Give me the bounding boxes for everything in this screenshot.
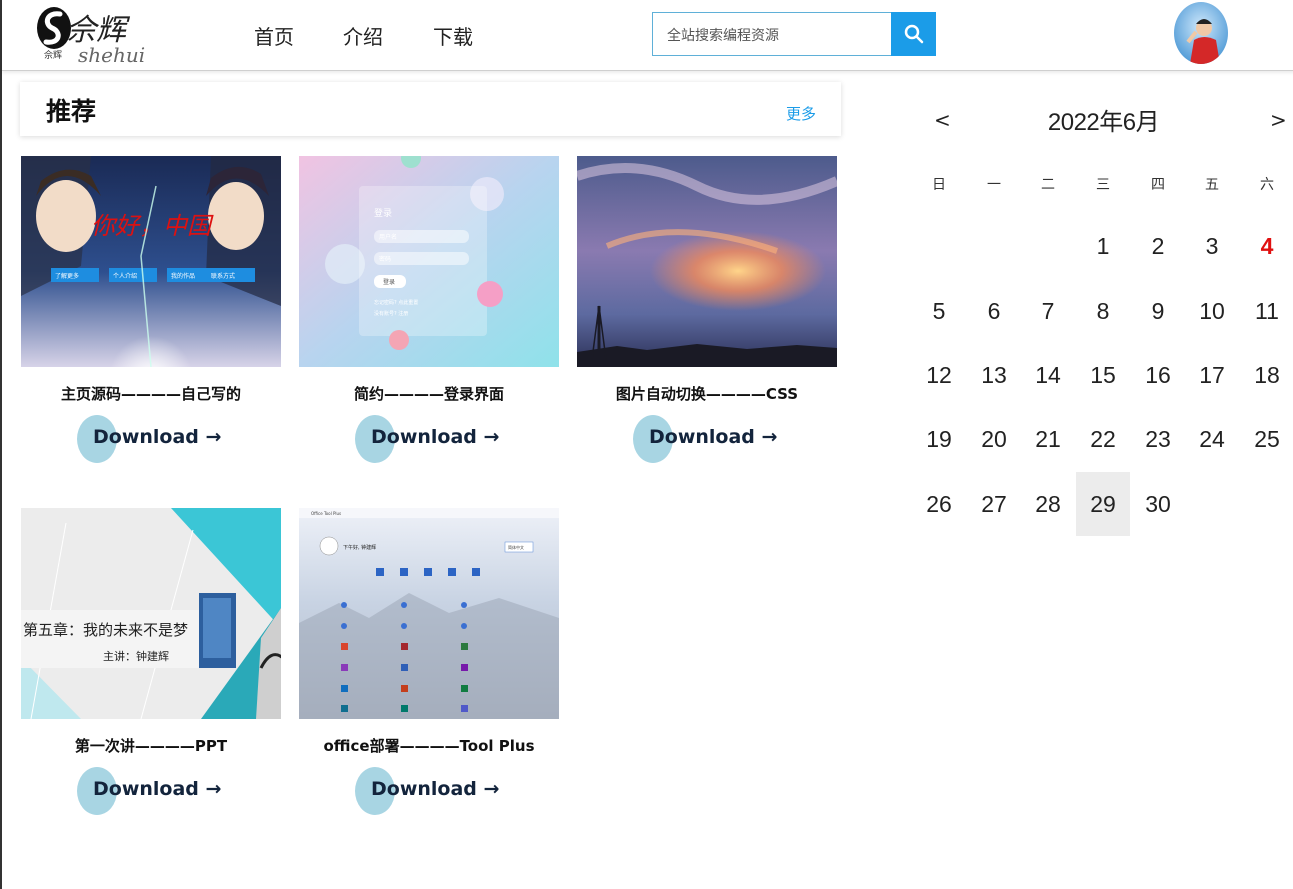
calendar-title: 2022年6月 <box>1047 109 1160 136</box>
calendar-day[interactable]: 22 <box>1076 407 1130 471</box>
thumb-anime-title: 你好，中国 <box>91 212 214 240</box>
thumb-login-title: 登录 <box>374 208 392 219</box>
calendar-day[interactable]: 24 <box>1185 407 1239 471</box>
resource-card: 图片自动切换————CSS Download → <box>577 156 837 463</box>
calendar-day[interactable]: 1 <box>1076 214 1130 278</box>
download-label: Download → <box>371 426 500 448</box>
recommend-title: 推荐 <box>46 97 97 126</box>
download-button[interactable]: Download → <box>77 767 221 815</box>
calendar-day[interactable]: 15 <box>1076 343 1130 407</box>
download-button[interactable]: Download → <box>355 767 499 815</box>
nav-download[interactable]: 下载 <box>433 21 473 50</box>
svg-text:佘辉: 佘辉 <box>44 49 62 61</box>
logo-sub: shehui <box>78 43 145 66</box>
resource-card: 第五章：我的未来不是梦 主讲：钟建辉 第一次讲————PPT Download … <box>21 508 281 815</box>
top-header: 佘辉 shehui 佘辉 首页 介绍 下载 全站搜索编程资源 <box>2 0 1293 71</box>
card-thumbnail-login[interactable]: 登录 用户名 密码 登录 忘记密码? 点此重置 没有账号? 注册 <box>299 156 559 367</box>
next-month-button[interactable]: > <box>1270 108 1287 132</box>
calendar-day[interactable]: 5 <box>912 279 966 343</box>
card-caption: office部署————Tool Plus <box>323 737 535 755</box>
svg-text:了解更多: 了解更多 <box>55 272 79 280</box>
calendar-day[interactable]: 18 <box>1240 343 1293 407</box>
svg-text:shehui: shehui <box>78 43 145 66</box>
weekday-header: 六 <box>1260 177 1274 193</box>
search-button[interactable] <box>891 12 936 56</box>
calendar-day[interactable]: 27 <box>967 472 1021 536</box>
weekday-header: 三 <box>1096 177 1110 193</box>
download-label: Download → <box>649 426 778 448</box>
recommend-bar: 推荐 更多 <box>20 82 841 136</box>
calendar-day[interactable]: 17 <box>1185 343 1239 407</box>
resource-card: 你好，中国 了解更多 个人介绍 我的作品 联系方式 主页源码————自己写的 D… <box>21 156 281 463</box>
svg-text:密码: 密码 <box>379 255 391 263</box>
svg-text:主讲：钟建辉: 主讲：钟建辉 <box>103 649 169 663</box>
calendar-day[interactable]: 26 <box>912 472 966 536</box>
calendar-day[interactable]: 13 <box>967 343 1021 407</box>
svg-text:登录: 登录 <box>383 278 395 286</box>
weekday-header: 五 <box>1205 177 1219 193</box>
card-thumbnail-ppt[interactable]: 第五章：我的未来不是梦 主讲：钟建辉 <box>21 508 281 719</box>
resource-card: Office Tool Plus 下午好, 钟建辉 简体中文 office部署—… <box>299 508 559 815</box>
calendar-day[interactable]: 8 <box>1076 279 1130 343</box>
download-button[interactable]: Download → <box>633 415 777 463</box>
download-label: Download → <box>93 778 222 800</box>
calendar-day[interactable]: 2 <box>1131 214 1185 278</box>
calendar-day[interactable]: 16 <box>1131 343 1185 407</box>
download-button[interactable]: Download → <box>77 415 221 463</box>
card-thumbnail-office[interactable]: Office Tool Plus 下午好, 钟建辉 简体中文 <box>299 508 559 719</box>
logo-graphic: 佘辉 shehui 佘辉 <box>37 7 145 67</box>
calendar-day[interactable]: 12 <box>912 343 966 407</box>
svg-text:简体中文: 简体中文 <box>508 544 524 550</box>
card-caption: 简约————登录界面 <box>353 385 504 403</box>
site-logo[interactable]: 佘辉 shehui 佘辉 <box>32 2 182 67</box>
download-label: Download → <box>93 426 222 448</box>
more-link[interactable]: 更多 <box>786 103 816 124</box>
svg-text:没有账号? 注册: 没有账号? 注册 <box>374 310 408 317</box>
nav-intro[interactable]: 介绍 <box>343 21 383 50</box>
calendar-day[interactable]: 19 <box>912 407 966 471</box>
calendar-day[interactable]: 21 <box>1021 407 1075 471</box>
calendar-day[interactable]: 20 <box>967 407 1021 471</box>
calendar-day[interactable]: 23 <box>1131 407 1185 471</box>
weekday-header: 日 <box>932 177 946 193</box>
weekday-header: 四 <box>1151 177 1165 193</box>
calendar-day[interactable]: 14 <box>1021 343 1075 407</box>
card-thumbnail-anime[interactable]: 你好，中国 了解更多 个人介绍 我的作品 联系方式 <box>21 156 281 367</box>
card-caption: 图片自动切换————CSS <box>615 385 799 403</box>
calendar-day[interactable]: 11 <box>1240 279 1293 343</box>
thumb-ppt-title: 第五章：我的未来不是梦 <box>23 621 188 639</box>
card-thumbnail-sunset[interactable] <box>577 156 837 367</box>
user-avatar[interactable] <box>1174 2 1228 64</box>
calendar-day[interactable]: 25 <box>1240 407 1293 471</box>
card-caption: 主页源码————自己写的 <box>60 385 241 403</box>
weekday-header: 一 <box>987 177 1001 193</box>
calendar-day[interactable]: 9 <box>1131 279 1185 343</box>
calendar-day[interactable]: 3 <box>1185 214 1239 278</box>
calendar-day[interactable]: 7 <box>1021 279 1075 343</box>
card-caption: 第一次讲————PPT <box>74 737 228 755</box>
download-label: Download → <box>371 778 500 800</box>
svg-text:Office Tool Plus: Office Tool Plus <box>311 511 341 516</box>
weekday-header: 二 <box>1041 177 1055 193</box>
calendar-day[interactable]: 29 <box>1076 472 1130 536</box>
resource-card: 登录 用户名 密码 登录 忘记密码? 点此重置 没有账号? 注册 简约————登… <box>299 156 559 463</box>
calendar-day[interactable]: 6 <box>967 279 1021 343</box>
calendar-day[interactable]: 4 <box>1240 214 1293 278</box>
svg-text:下午好, 钟建辉: 下午好, 钟建辉 <box>343 544 376 551</box>
search-input[interactable]: 全站搜索编程资源 <box>652 12 892 56</box>
svg-text:联系方式: 联系方式 <box>211 272 235 280</box>
svg-text:忘记密码? 点此重置: 忘记密码? 点此重置 <box>374 299 418 306</box>
calendar-day[interactable]: 28 <box>1021 472 1075 536</box>
svg-text:用户名: 用户名 <box>379 233 397 241</box>
search-icon <box>904 24 923 44</box>
download-button[interactable]: Download → <box>355 415 499 463</box>
calendar-day[interactable]: 30 <box>1131 472 1185 536</box>
nav-home[interactable]: 首页 <box>254 21 294 50</box>
calendar-day[interactable]: 10 <box>1185 279 1239 343</box>
svg-text:我的作品: 我的作品 <box>171 272 195 280</box>
